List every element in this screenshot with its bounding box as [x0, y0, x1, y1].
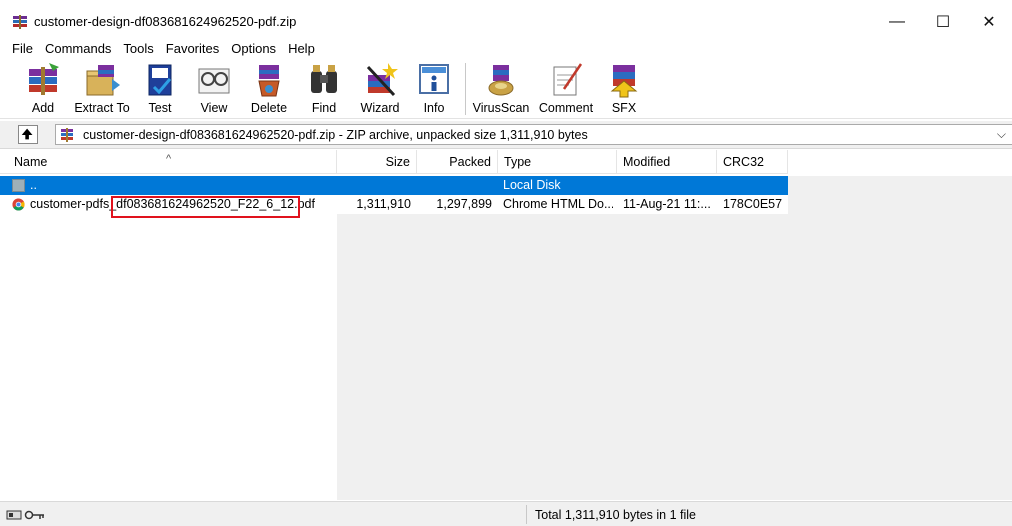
sfx-label: SFX	[611, 101, 637, 115]
up-one-level-button[interactable]	[18, 125, 38, 144]
info-label: Info	[423, 101, 445, 115]
column-crc32[interactable]: CRC32	[717, 150, 788, 174]
status-total: Total 1,311,910 bytes in 1 file	[535, 508, 696, 522]
menu-help[interactable]: Help	[282, 41, 321, 56]
info-button[interactable]: Info	[403, 61, 465, 117]
delete-icon	[258, 65, 280, 97]
test-button[interactable]: Test	[129, 61, 191, 117]
archive-icon	[61, 128, 73, 142]
folder-up-icon	[12, 179, 25, 192]
delete-label: Delete	[250, 101, 288, 115]
maximize-button[interactable]: ☐	[920, 8, 966, 36]
view-label: View	[200, 101, 228, 115]
column-header: Name ^ Size Packed Type Modified CRC32	[0, 150, 788, 174]
address-text: customer-design-df083681624962520-pdf.zi…	[83, 128, 588, 142]
drive-key-icon	[6, 510, 44, 520]
chrome-icon	[12, 198, 25, 211]
row-size: 1,311,910	[356, 197, 411, 211]
sfx-icon	[610, 65, 638, 98]
window-title: customer-design-df083681624962520-pdf.zi…	[34, 14, 297, 29]
column-name[interactable]: Name ^	[0, 150, 337, 174]
row-type: Chrome HTML Do...	[503, 197, 613, 211]
annotation-highlight-box	[111, 196, 300, 218]
virusscan-button[interactable]: VirusScan	[470, 61, 532, 117]
menu-commands[interactable]: Commands	[39, 41, 117, 56]
test-icon	[148, 64, 172, 96]
menu-bar: File Commands Tools Favorites Options He…	[0, 39, 1012, 57]
column-name-label: Name	[14, 155, 48, 169]
add-archive-icon	[29, 63, 59, 95]
view-icon	[198, 68, 230, 94]
row-modified: 11-Aug-21 11:...	[623, 197, 711, 211]
table-row-parent[interactable]: .. Local Disk	[0, 176, 788, 195]
row-crc32: 178C0E57	[723, 197, 783, 211]
menu-file[interactable]: File	[6, 41, 39, 56]
wizard-icon	[366, 63, 398, 97]
info-icon	[419, 64, 449, 94]
row-type: Local Disk	[503, 178, 561, 192]
comment-label: Comment	[538, 101, 594, 115]
view-button[interactable]: View	[183, 61, 245, 117]
row-packed: 1,297,899	[436, 197, 492, 211]
virusscan-label: VirusScan	[472, 101, 530, 115]
menu-favorites[interactable]: Favorites	[160, 41, 225, 56]
find-icon	[311, 65, 337, 93]
list-background	[337, 176, 1012, 500]
comment-icon	[553, 63, 583, 96]
sort-ascending-icon: ^	[166, 153, 172, 165]
column-type[interactable]: Type	[498, 150, 617, 174]
column-modified[interactable]: Modified	[617, 150, 717, 174]
delete-button[interactable]: Delete	[238, 61, 300, 117]
status-separator	[526, 505, 527, 524]
arrow-up-icon	[21, 128, 33, 140]
title-bar: customer-design-df083681624962520-pdf.zi…	[0, 0, 1012, 40]
extract-to-button[interactable]: Extract To	[71, 61, 133, 117]
winrar-app-icon	[13, 15, 27, 29]
test-label: Test	[148, 101, 172, 115]
find-button[interactable]: Find	[293, 61, 355, 117]
column-packed[interactable]: Packed	[417, 150, 498, 174]
wizard-label: Wizard	[360, 101, 400, 115]
find-label: Find	[311, 101, 337, 115]
comment-button[interactable]: Comment	[535, 61, 597, 117]
extract-to-label: Extract To	[74, 101, 130, 115]
toolbar-separator	[465, 63, 466, 115]
minimize-button[interactable]: —	[874, 8, 920, 36]
toolbar: Add Extract To Test View Delete Find Wiz…	[0, 57, 1012, 119]
menu-options[interactable]: Options	[225, 41, 282, 56]
address-field[interactable]: customer-design-df083681624962520-pdf.zi…	[55, 124, 1012, 145]
column-size[interactable]: Size	[337, 150, 417, 174]
add-button[interactable]: Add	[12, 61, 74, 117]
virusscan-icon	[488, 65, 514, 96]
close-button[interactable]: ✕	[966, 8, 1012, 36]
add-label: Add	[31, 101, 55, 115]
extract-to-icon	[86, 65, 120, 96]
menu-tools[interactable]: Tools	[117, 41, 159, 56]
status-bar: Total 1,311,910 bytes in 1 file	[0, 501, 1012, 526]
chevron-down-icon[interactable]: ⌵	[997, 127, 1006, 142]
sfx-button[interactable]: SFX	[593, 61, 655, 117]
address-bar: customer-design-df083681624962520-pdf.zi…	[0, 121, 1012, 149]
row-name: ..	[30, 178, 37, 192]
wizard-button[interactable]: Wizard	[349, 61, 411, 117]
